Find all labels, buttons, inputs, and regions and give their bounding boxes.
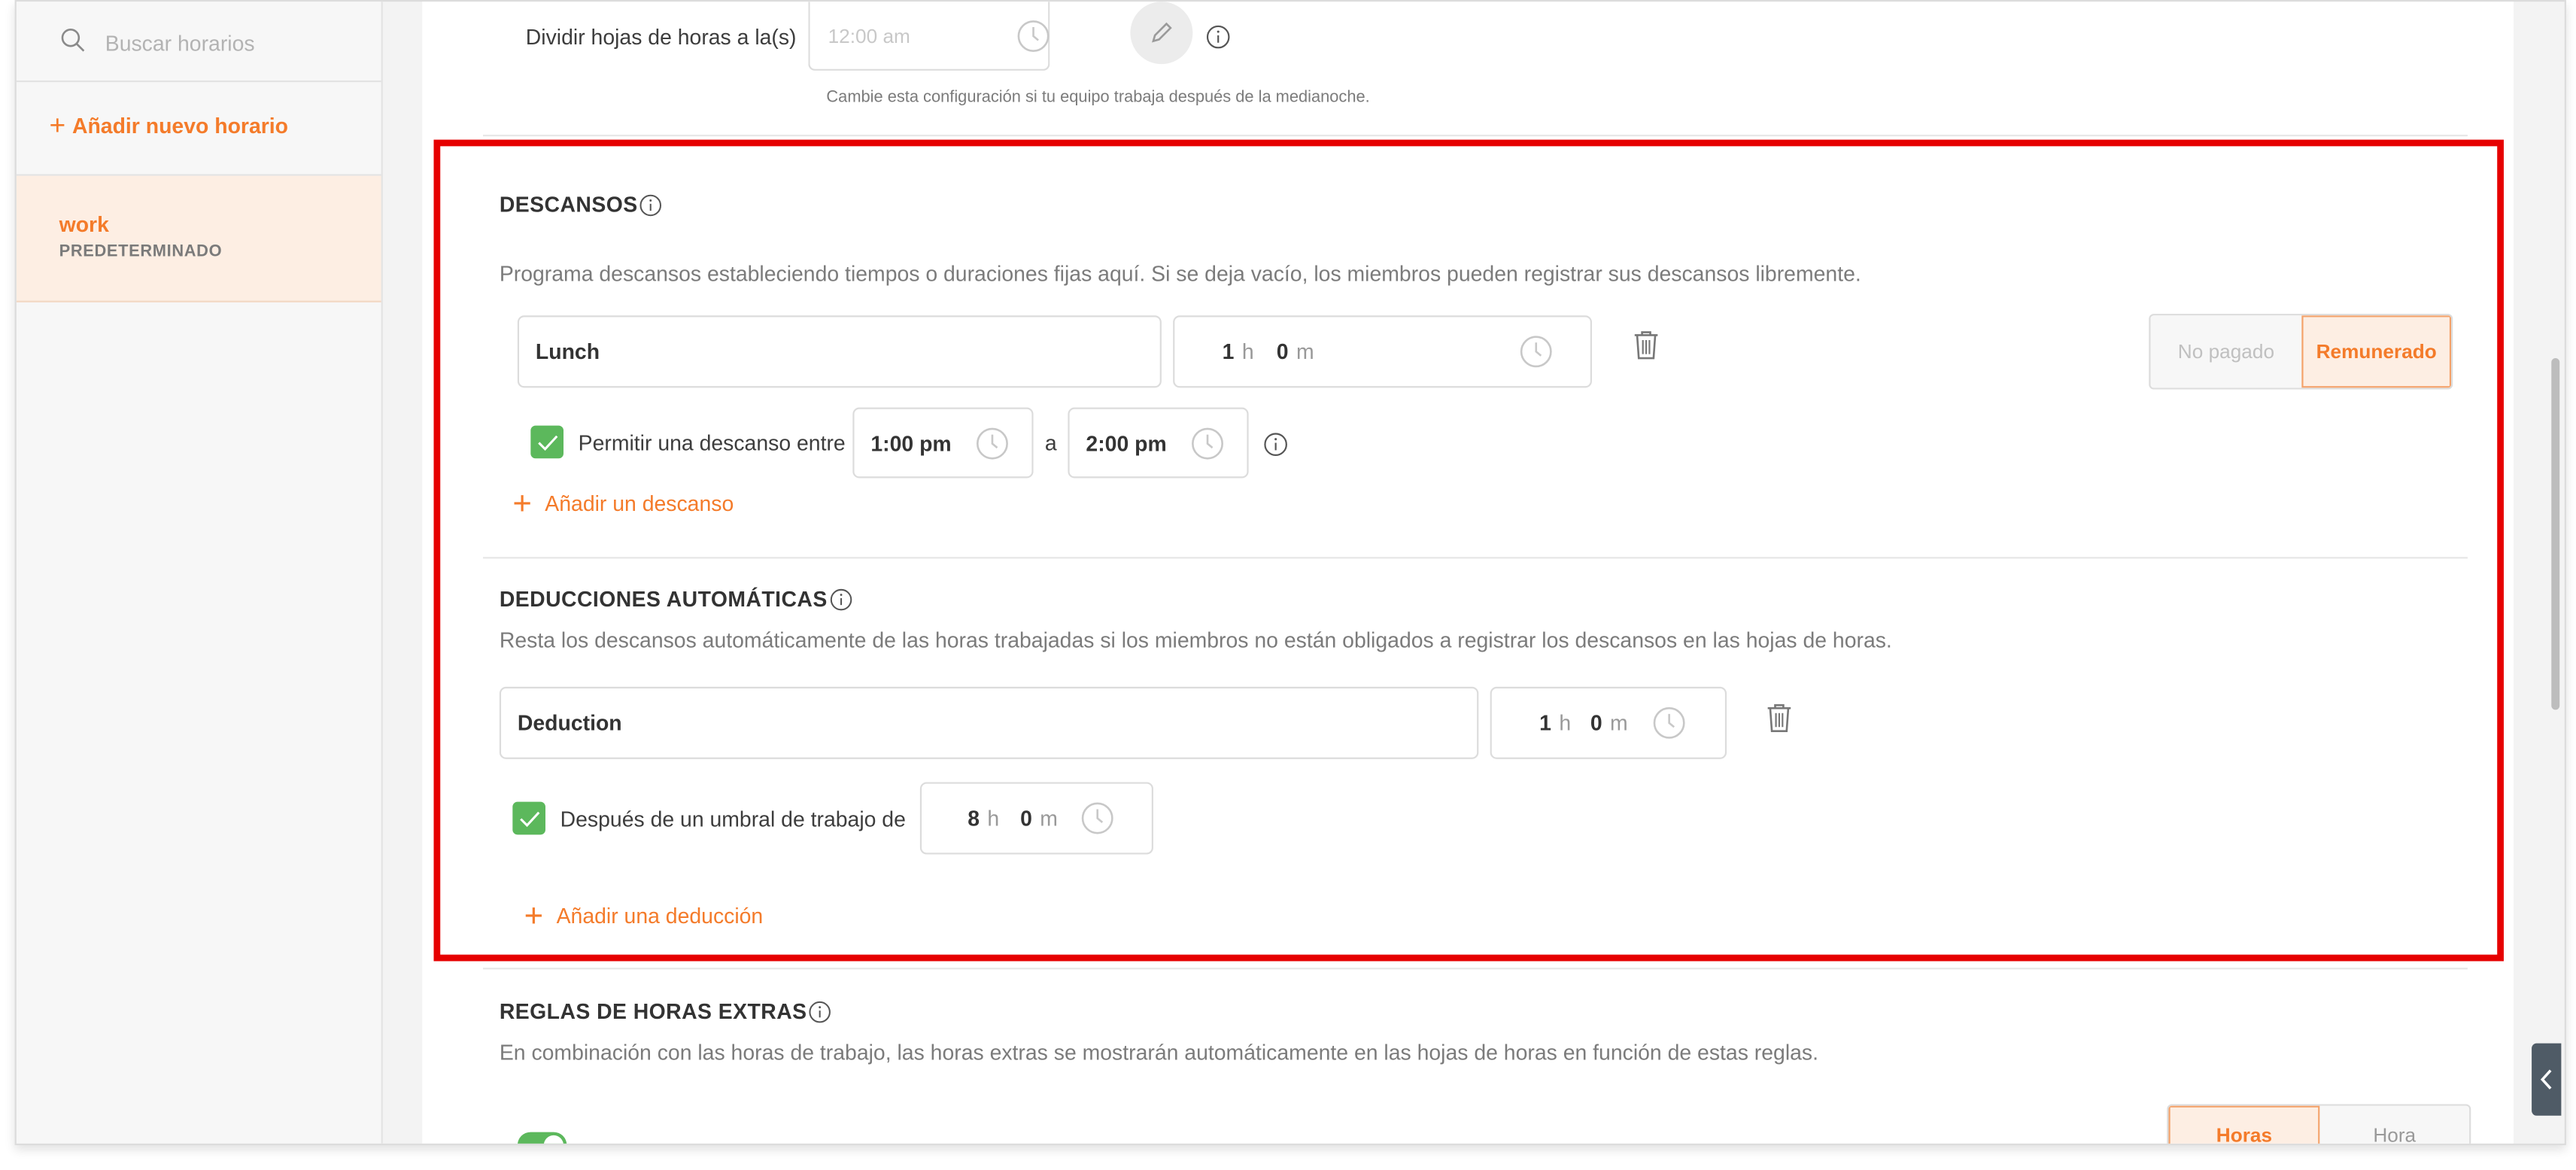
schedule-name: work (59, 211, 109, 237)
break-window-start: 1:00 pm (870, 430, 952, 455)
threshold-minutes: 0 (1020, 806, 1032, 831)
break-window-end: 2:00 pm (1086, 430, 1167, 455)
breaks-title-text: DESCANSOS (499, 192, 638, 217)
add-deduction-button[interactable]: + Añadir una deducción (524, 898, 764, 934)
clock-icon (1192, 427, 1223, 459)
break-window-start-input[interactable]: 1:00 pm (852, 407, 1034, 479)
deduction-name-input[interactable]: Deduction (499, 686, 1479, 759)
threshold-hours: 8 (968, 806, 980, 831)
toggle-knob (543, 1135, 564, 1144)
plus-icon: + (524, 898, 544, 934)
overtime-title: REGLAS DE HORAS EXTRAS (499, 998, 832, 1024)
overtime-unit-toggle: Horas Hora (2167, 1104, 2471, 1144)
add-schedule-button[interactable]: + Añadir nuevo horario (49, 109, 289, 141)
scrollbar[interactable] (2551, 358, 2560, 710)
chevron-left-icon (2540, 1069, 2552, 1089)
hours-option[interactable]: Horas (2168, 1105, 2320, 1144)
trash-icon[interactable] (1633, 330, 1660, 360)
pay-type-toggle: No pagado Remunerado (2149, 314, 2453, 390)
threshold-minutes-unit: m (1040, 806, 1058, 831)
collapse-panel-button[interactable] (2532, 1043, 2562, 1116)
info-icon[interactable] (809, 1000, 832, 1023)
break-name-input[interactable]: Lunch (517, 315, 1162, 388)
overtime-toggle[interactable] (517, 1132, 567, 1144)
deduction-name-value: Deduction (517, 710, 622, 736)
sidebar: + Añadir nuevo horario work PREDETERMINA… (16, 2, 383, 1144)
deductions-description: Resta los descansos automáticamente de l… (499, 628, 1892, 652)
clock-icon (1520, 336, 1552, 368)
pencil-icon (1152, 22, 1172, 43)
default-tag: PREDETERMINADO (59, 243, 223, 262)
sidebar-item-work[interactable]: work PREDETERMINADO (16, 175, 381, 302)
clock-icon (1653, 707, 1685, 739)
deduction-minutes-unit: m (1610, 710, 1628, 736)
deductions-title-text: DEDUCCIONES AUTOMÁTICAS (499, 586, 828, 612)
add-schedule-label: Añadir nuevo horario (71, 113, 289, 138)
paid-option[interactable]: Remunerado (2301, 315, 2452, 388)
trash-icon[interactable] (1766, 704, 1792, 733)
split-timesheets-label: Dividir hojas de horas a la(s) (525, 24, 797, 50)
overtime-description: En combinación con las horas de trabajo,… (499, 1040, 1819, 1065)
divider (483, 135, 2468, 137)
info-icon[interactable] (639, 193, 663, 217)
threshold-hours-unit: h (987, 806, 1000, 831)
break-minutes-unit: m (1296, 339, 1314, 364)
unpaid-option[interactable]: No pagado (2150, 315, 2302, 388)
threshold-label: Después de un umbral de trabajo de (560, 807, 906, 831)
split-time-placeholder: 12:00 am (828, 23, 910, 47)
deduction-duration-input[interactable]: 1 h 0 m (1490, 686, 1727, 759)
break-window-checkbox[interactable] (530, 425, 564, 459)
threshold-checkbox[interactable] (512, 801, 545, 835)
split-time-input[interactable]: 12:00 am (808, 2, 1050, 71)
add-deduction-label: Añadir una deducción (556, 904, 764, 928)
break-duration-input[interactable]: 1 h 0 m (1173, 315, 1593, 388)
check-icon (537, 434, 557, 450)
break-minutes: 0 (1276, 339, 1289, 364)
main-panel: Dividir hojas de horas a la(s) 12:00 am … (422, 2, 2514, 1144)
divider (483, 557, 2468, 559)
break-hours-unit: h (1241, 339, 1254, 364)
check-icon (519, 810, 539, 826)
deduction-hours: 1 (1539, 710, 1551, 736)
overtime-title-text: REGLAS DE HORAS EXTRAS (499, 998, 807, 1024)
search-row (16, 2, 381, 83)
break-hours: 1 (1222, 339, 1235, 364)
break-name-value: Lunch (535, 339, 600, 364)
break-window-sep: a (1044, 430, 1057, 455)
add-break-label: Añadir un descanso (545, 491, 734, 516)
breaks-title: DESCANSOS (500, 192, 663, 217)
divider (483, 968, 2468, 970)
search-input[interactable] (102, 24, 372, 61)
break-window-end-input[interactable]: 2:00 pm (1068, 407, 1249, 479)
app-window: + Añadir nuevo horario work PREDETERMINA… (14, 0, 2566, 1146)
deductions-title: DEDUCCIONES AUTOMÁTICAS (499, 586, 852, 612)
info-icon[interactable] (1263, 432, 1288, 457)
threshold-input[interactable]: 8 h 0 m (919, 782, 1153, 855)
clock-icon (1017, 19, 1050, 51)
deduction-hours-unit: h (1559, 710, 1572, 736)
add-break-button[interactable]: + Añadir un descanso (512, 485, 734, 522)
breaks-description: Programa descansos estableciendo tiempos… (499, 261, 1861, 286)
break-window-label: Permitir una descanso entre (578, 430, 846, 455)
clock-icon (976, 427, 1008, 459)
info-icon[interactable] (829, 588, 852, 611)
split-hint: Cambie esta configuración si tu equipo t… (826, 88, 1370, 107)
plus-icon: + (512, 485, 532, 522)
deduction-minutes: 0 (1590, 710, 1602, 736)
clock-icon (1081, 802, 1113, 834)
plus-icon: + (49, 109, 66, 141)
hour-option[interactable]: Hora (2319, 1105, 2470, 1144)
search-icon (61, 28, 85, 52)
edit-button[interactable] (1130, 2, 1193, 65)
info-icon[interactable] (1206, 25, 1231, 50)
